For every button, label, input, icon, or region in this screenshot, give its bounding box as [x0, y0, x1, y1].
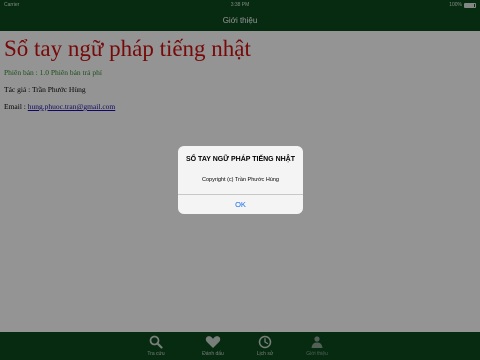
ok-button[interactable]: OK: [178, 195, 303, 214]
alert-dialog: SỔ TAY NGỮ PHÁP TIẾNG NHẬT Copyright (c)…: [178, 146, 303, 214]
alert-message: Copyright (c) Trần Phước Hùng: [202, 177, 279, 183]
alert-title: SỔ TAY NGỮ PHÁP TIẾNG NHẬT: [186, 156, 296, 163]
